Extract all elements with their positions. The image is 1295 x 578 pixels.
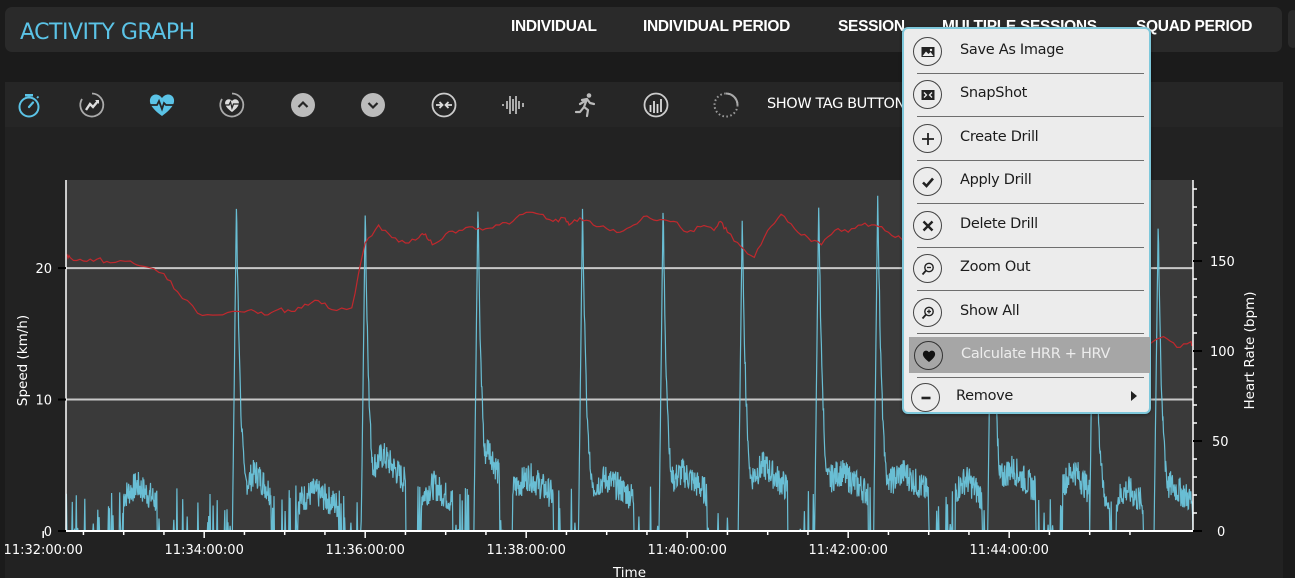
heart-circle-icon[interactable] [217,90,247,120]
menu-item-label: Calculate HRR + HRV [961,346,1111,362]
menu-item-label: Delete Drill [960,216,1038,232]
zoom-in-icon [913,298,942,327]
menu-item-label: Show All [960,303,1020,319]
menu-item-delete-drill[interactable]: Delete Drill [908,205,1147,245]
x-tick-label: 11:42:00:00 [809,543,888,558]
y2-tick-label: 150 [1210,255,1235,270]
stopwatch-icon[interactable] [14,90,44,120]
menu-item-label: Save As Image [960,42,1064,58]
collapse-arrows-icon[interactable] [429,90,459,120]
menu-item-label: Apply Drill [960,172,1032,188]
nav-individual[interactable]: INDIVIDUAL [511,18,597,36]
menu-item-show-all[interactable]: Show All [908,292,1147,332]
chevron-up-icon[interactable] [288,90,318,120]
x-tick-label: 11:40:00:00 [648,543,727,558]
menu-item-create-drill[interactable]: Create Drill [908,118,1147,158]
check-icon [913,167,942,196]
nav-individual-period[interactable]: INDIVIDUAL PERIOD [643,18,790,36]
submenu-arrow-icon [1131,391,1137,401]
x-tick-label: 11:38:00:00 [487,543,566,558]
menu-item-remove[interactable]: Remove [906,377,1145,417]
minus-icon [911,383,940,412]
menu-separator [917,203,1144,204]
y-tick-label: 10 [35,394,52,409]
bar-gauge-icon[interactable] [641,90,671,120]
menu-item-calculate-hrr-hrv: Calculate HRR + HRV [909,337,1150,373]
trend-up-icon[interactable] [77,90,107,120]
menu-separator [917,116,1144,117]
y2-axis-title: Heart Rate (bpm) [1242,292,1258,410]
menu-separator [917,290,1144,291]
menu-item-label: Create Drill [960,129,1039,145]
menu-item-label: Remove [956,388,1014,404]
app-title: ACTIVITY GRAPH [20,20,195,45]
y2-tick-label: 100 [1210,345,1235,360]
runner-icon[interactable] [570,90,600,120]
x-icon [913,211,942,240]
waveform-icon[interactable] [499,90,529,120]
nav-session[interactable]: SESSION [838,18,905,36]
menu-item-label: SnapShot [960,85,1028,101]
plus-icon [913,124,942,153]
x-tick-label: 11:34:00:00 [165,543,244,558]
menu-item-snapshot[interactable]: SnapShot [908,74,1147,114]
context-menu: Save As Image SnapShot Create Drill Appl… [902,27,1151,414]
chevron-down-icon[interactable] [358,90,388,120]
menu-item-save-as-image[interactable]: Save As Image [908,31,1147,71]
zoom-out-icon [913,254,942,283]
nav-squad-period[interactable]: SQUAD PERIOD [1136,18,1252,36]
menu-separator [917,333,1144,334]
heart-icon [914,341,943,370]
menu-item-apply-drill[interactable]: Apply Drill [908,161,1147,201]
y-axis-title: Speed (km/h) [15,315,31,406]
x-axis-title: Time [612,565,646,578]
y2-tick-label: 50 [1212,435,1229,450]
x-tick-label: 11:44:00:00 [970,543,1049,558]
y-tick-label: 20 [35,262,52,277]
y-tick-label: 0 [44,525,52,540]
y2-tick-label: 0 [1217,525,1225,540]
edge-tab [1288,10,1295,48]
snapshot-icon [913,80,942,109]
x-tick-label: 11:36:00:00 [326,543,405,558]
menu-item-zoom-out[interactable]: Zoom Out [908,248,1147,288]
loading-spinner-icon[interactable] [711,90,741,120]
menu-item-label: Zoom Out [960,259,1031,275]
x-tick-label: 11:32:00:00 [5,543,83,558]
show-tag-button[interactable]: SHOW TAG BUTTON [767,96,905,112]
image-icon [913,37,942,66]
heart-rate-icon[interactable] [147,90,177,120]
